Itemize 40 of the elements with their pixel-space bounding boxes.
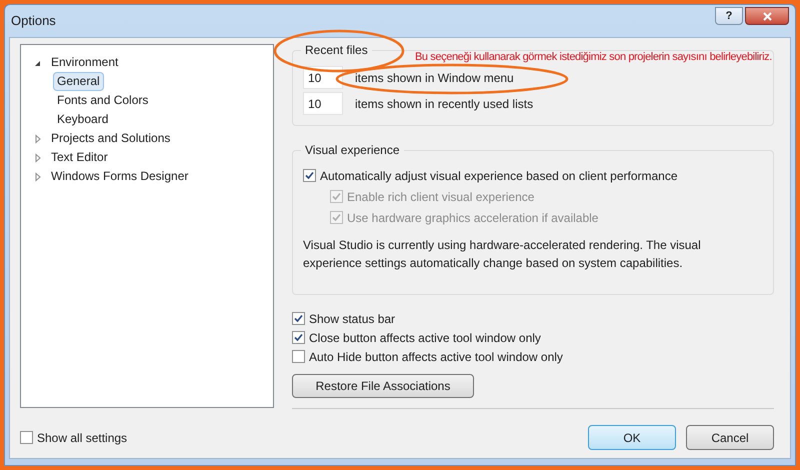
info-text: Visual Studio is currently using hardware-accelerated rendering. The visual experience settings automatically change based on system capabilities. [303,237,702,272]
checkbox[interactable] [292,331,305,344]
check-icon [332,213,341,222]
tree-item[interactable]: Keyboard [53,110,112,129]
tree-item[interactable]: Windows Forms Designer [47,167,192,186]
check-icon [332,192,341,201]
help-button[interactable]: ? [715,7,743,25]
close-icon [762,12,772,20]
checkbox-label: Enable rich client visual experience [347,188,534,206]
restore-button[interactable]: Restore File Associations [292,374,474,398]
field-label: items shown in recently used lists [355,96,534,112]
checkbox[interactable] [292,350,305,363]
dialog-button[interactable]: OK [588,425,676,450]
checkbox-label: Show all settings [37,430,128,446]
window-title: Options [11,12,56,30]
annotation-text: Bu seçeneği kullanarak görmek istediğimiz son projelerin sayısını belirleyebiliriz. [415,50,772,65]
check-icon [294,314,303,323]
dialog-button[interactable]: Cancel [686,425,774,450]
collapsed-arrow-icon[interactable] [33,172,43,182]
close-button[interactable] [745,7,789,25]
tree-item[interactable]: General [53,72,104,91]
check-icon [305,171,314,180]
tree-item[interactable]: Text Editor [47,148,112,167]
checkbox[interactable] [20,431,33,444]
field-label: items shown in Window menu [355,70,514,86]
checkbox-label: Close button affects active tool window only [309,330,541,346]
tree-item[interactable]: Projects and Solutions [47,129,174,148]
collapsed-arrow-icon[interactable] [33,152,43,162]
checkbox[interactable] [303,169,316,182]
checkbox[interactable] [292,312,305,325]
check-icon [294,333,303,342]
checkbox-label: Automatically adjust visual experience based on client performance [320,168,678,184]
tree-item[interactable]: Fonts and Colors [53,91,152,110]
checkbox-label: Auto Hide button affects active tool window only [309,348,563,366]
group-title: Visual experience [301,142,404,158]
checkbox-label: Show status bar [309,310,396,328]
collapsed-arrow-icon[interactable] [33,134,43,144]
number-field[interactable]: 10 [303,92,343,115]
checkbox-label: Use hardware graphics acceleration if available [347,210,598,226]
tree-item[interactable]: Environment [47,53,122,72]
